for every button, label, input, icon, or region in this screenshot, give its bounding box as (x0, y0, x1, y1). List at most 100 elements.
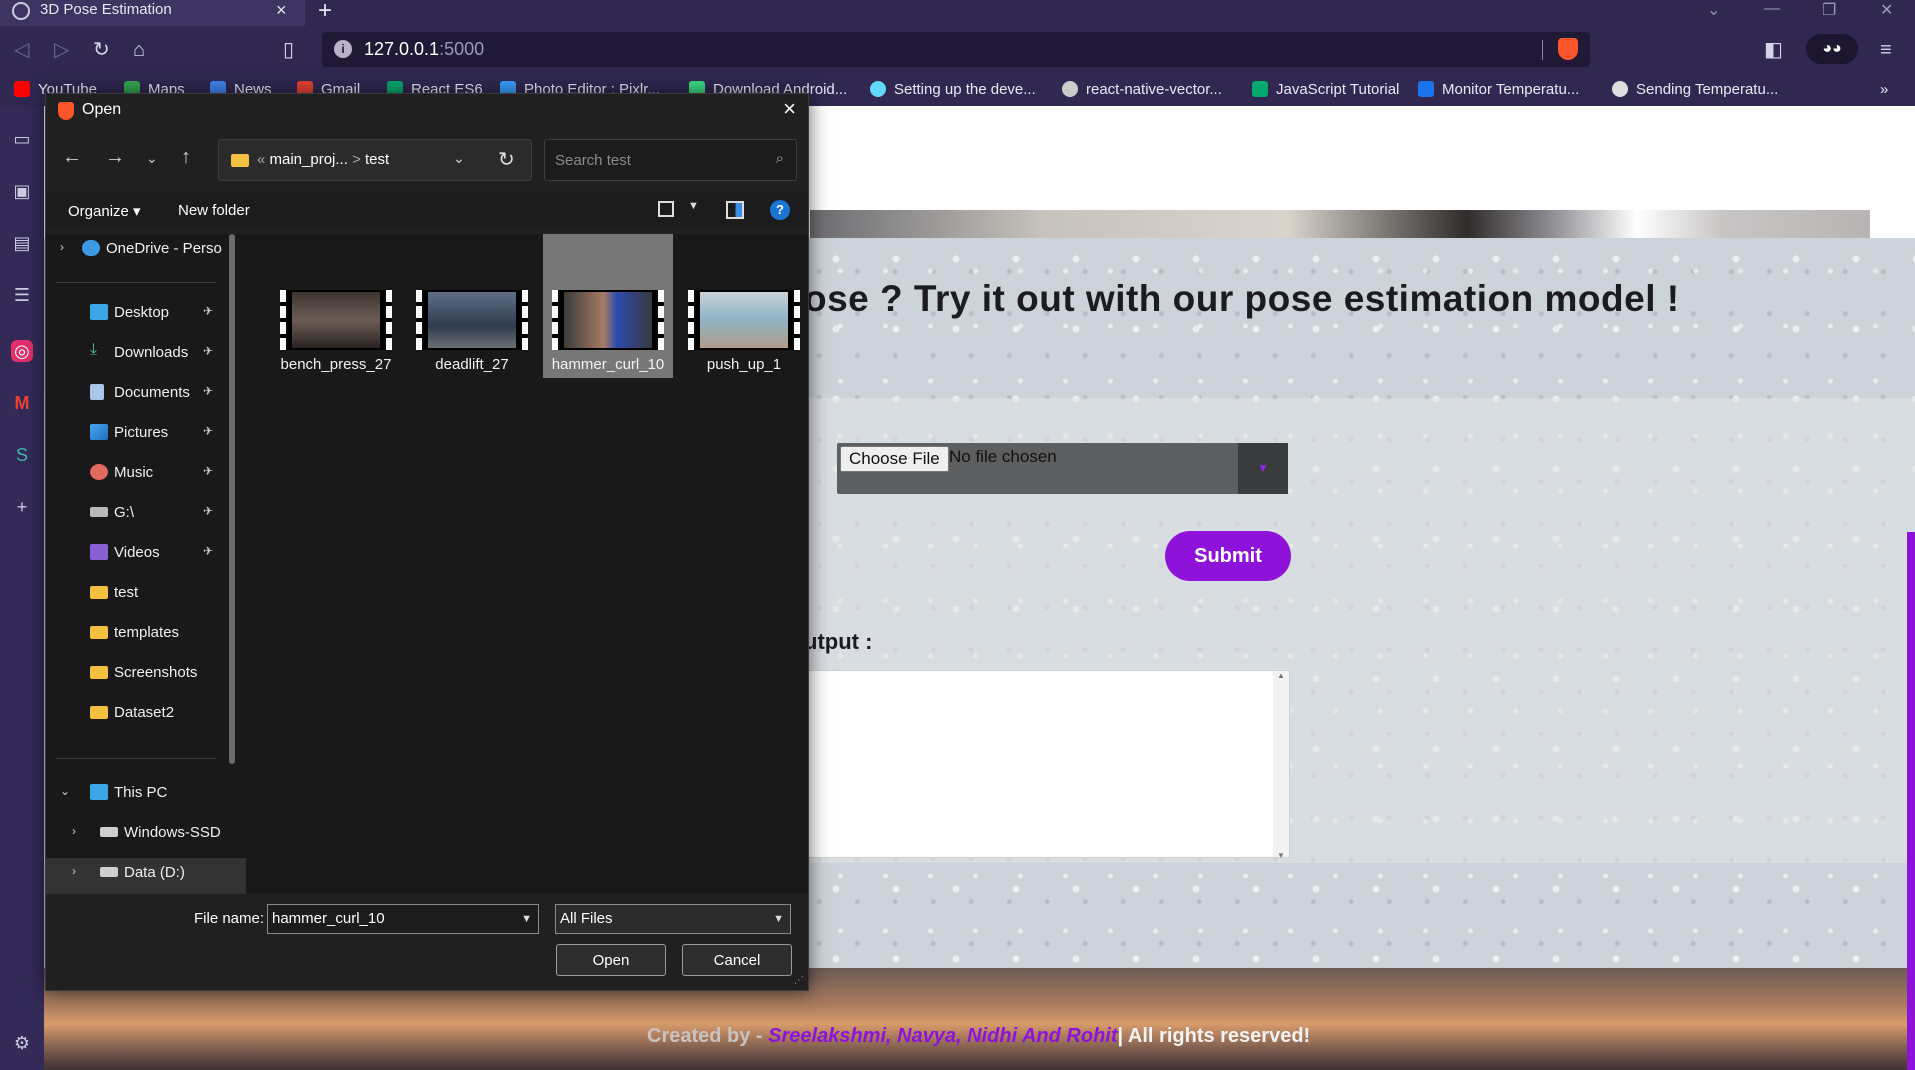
restore-icon[interactable]: ❐ (1822, 0, 1836, 20)
youtube-icon (14, 81, 30, 97)
more-bookmarks-icon[interactable]: » (1880, 81, 1888, 98)
bookmark-setting-up[interactable]: Setting up the deve... (870, 81, 1036, 98)
file-name-input[interactable]: hammer_curl_10 ▼ (267, 904, 539, 934)
recent-locations-chevron-icon[interactable]: ⌄ (146, 150, 158, 167)
new-folder-button[interactable]: New folder (178, 202, 250, 219)
dialog-close-icon[interactable]: × (783, 96, 796, 122)
expand-chevron-icon[interactable]: › (72, 864, 76, 878)
drive-icon (90, 507, 108, 517)
reading-list-icon[interactable]: ▤ (11, 232, 33, 254)
s-app-icon[interactable]: S (11, 444, 33, 466)
forward-icon[interactable]: ▷ (54, 38, 69, 62)
minimize-icon[interactable]: — (1764, 0, 1780, 18)
nav-item-windows-ssd[interactable]: › Windows-SSD (46, 818, 246, 848)
file-item-hammer-curl[interactable]: hammer_curl_10 (543, 234, 673, 378)
instagram-icon[interactable]: ◎ (11, 340, 33, 362)
address-bar[interactable]: i 127.0.0.1:5000 (322, 32, 1590, 67)
nav-item-g-drive[interactable]: G:\ ✈ (46, 498, 246, 528)
nav-item-onedrive[interactable]: › OneDrive - Perso (46, 234, 246, 264)
view-chevron-down-icon[interactable]: ▼ (688, 200, 699, 212)
refresh-icon[interactable]: ↻ (498, 147, 515, 172)
browser-tab[interactable]: 3D Pose Estimation × (0, 0, 305, 26)
reload-icon[interactable]: ↻ (93, 38, 110, 62)
expand-chevron-icon[interactable]: › (60, 240, 64, 254)
close-tab-icon[interactable]: × (276, 0, 287, 21)
search-input[interactable]: Search test ⌕ (544, 139, 797, 181)
home-icon[interactable]: ⌂ (133, 38, 145, 62)
dialog-titlebar: Open × (46, 94, 808, 126)
file-item-push-up[interactable]: push_up_1 (679, 234, 809, 378)
video-thumbnail (416, 290, 528, 350)
nav-item-data-d[interactable]: › Data (D:) (46, 858, 246, 894)
folder-icon (90, 626, 108, 639)
nav-item-dataset2[interactable]: Dataset2 (46, 698, 246, 728)
organize-menu[interactable]: Organize ▾ (68, 202, 141, 220)
gmail-panel-icon[interactable]: M (11, 392, 33, 414)
tab-search-chevron-icon[interactable]: ⌄ (1707, 0, 1720, 20)
pin-icon: ✈ (203, 504, 214, 518)
disk-icon (100, 867, 118, 877)
view-mode-icon[interactable] (658, 201, 674, 217)
output-scrollbar[interactable]: ▲ ▼ (1273, 671, 1289, 860)
open-button[interactable]: Open (556, 944, 666, 976)
bookmark-javascript-tutorial[interactable]: JavaScript Tutorial (1252, 81, 1399, 98)
output-textarea[interactable]: ▲ ▼ (804, 670, 1290, 860)
forward-arrow-icon[interactable]: → (105, 146, 125, 169)
preview-pane-icon[interactable] (726, 201, 744, 219)
bookmark-monitor-temperature[interactable]: Monitor Temperatu... (1418, 81, 1579, 98)
submit-button[interactable]: Submit (1165, 531, 1291, 581)
download-icon: ⤓ (90, 341, 98, 358)
bookmarks-panel-icon[interactable]: ☰ (11, 284, 33, 306)
add-panel-icon[interactable]: + (11, 496, 33, 518)
window-close-icon[interactable]: ✕ (1880, 0, 1893, 20)
help-icon[interactable]: ? (770, 200, 790, 220)
breadcrumb-main-proj[interactable]: main_proj... (270, 151, 348, 168)
file-item-deadlift[interactable]: deadlift_27 (407, 234, 537, 378)
nav-item-videos[interactable]: Videos ✈ (46, 538, 246, 568)
resize-grip-icon[interactable]: ⋰ (794, 975, 804, 986)
file-type-select[interactable]: All Files ▼ (555, 904, 791, 934)
sap-icon (1418, 81, 1434, 97)
up-arrow-icon[interactable]: ↑ (181, 146, 191, 169)
navigation-scrollbar[interactable] (229, 234, 235, 764)
new-tab-button[interactable]: + (318, 0, 332, 25)
file-input[interactable]: Choose File No file chosen ▼ (837, 443, 1288, 494)
video-icon[interactable]: ▭ (11, 128, 33, 150)
breadcrumb-chevron-down-icon[interactable]: ⌄ (453, 150, 465, 167)
back-arrow-icon[interactable]: ← (62, 146, 82, 169)
output-label: utput : (804, 629, 873, 654)
back-icon[interactable]: ◁ (14, 38, 29, 62)
nav-item-screenshots[interactable]: Screenshots (46, 658, 246, 688)
nav-item-this-pc[interactable]: ⌄ This PC (46, 778, 246, 808)
menu-icon[interactable]: ≡ (1880, 38, 1892, 62)
nav-item-desktop[interactable]: Desktop ✈ (46, 298, 246, 328)
settings-gear-icon[interactable]: ⚙ (11, 1032, 33, 1054)
page-scrollbar[interactable] (1907, 532, 1915, 1070)
choose-file-button[interactable]: Choose File (840, 446, 949, 472)
bookmark-icon[interactable]: ▯ (283, 38, 294, 62)
brave-shields-icon[interactable] (1558, 38, 1578, 60)
nav-item-documents[interactable]: Documents ✈ (46, 378, 246, 408)
vpn-glasses-icon[interactable]: ◕◕ (1806, 34, 1858, 64)
cancel-button[interactable]: Cancel (682, 944, 792, 976)
bookmark-sending-temperature[interactable]: Sending Temperatu... (1612, 81, 1778, 98)
brave-icon (58, 102, 74, 120)
collapse-chevron-icon[interactable]: ⌄ (60, 784, 70, 798)
nav-item-pictures[interactable]: Pictures ✈ (46, 418, 246, 448)
search-icon: ⌕ (775, 150, 784, 167)
file-type-chevron-icon[interactable]: ▼ (773, 905, 784, 933)
expand-chevron-icon[interactable]: › (72, 824, 76, 838)
wallet-icon[interactable]: ▣ (11, 180, 33, 202)
nav-item-downloads[interactable]: ⤓ Downloads ✈ (46, 338, 246, 368)
breadcrumb-test[interactable]: test (365, 151, 389, 168)
address-breadcrumb[interactable]: « main_proj... > test ⌄ ↻ (218, 139, 532, 181)
nav-item-test[interactable]: test (46, 578, 246, 608)
nav-item-music[interactable]: Music ✈ (46, 458, 246, 488)
bookmark-react-native-vector[interactable]: react-native-vector... (1062, 81, 1222, 98)
site-info-icon[interactable]: i (334, 40, 352, 58)
file-item-bench-press[interactable]: bench_press_27 (271, 234, 401, 378)
file-name-chevron-icon[interactable]: ▼ (521, 905, 532, 933)
nav-item-templates[interactable]: templates (46, 618, 246, 648)
dropdown-arrow-icon[interactable]: ▼ (1238, 443, 1288, 494)
sidebar-toggle-icon[interactable]: ◧ (1764, 38, 1783, 62)
